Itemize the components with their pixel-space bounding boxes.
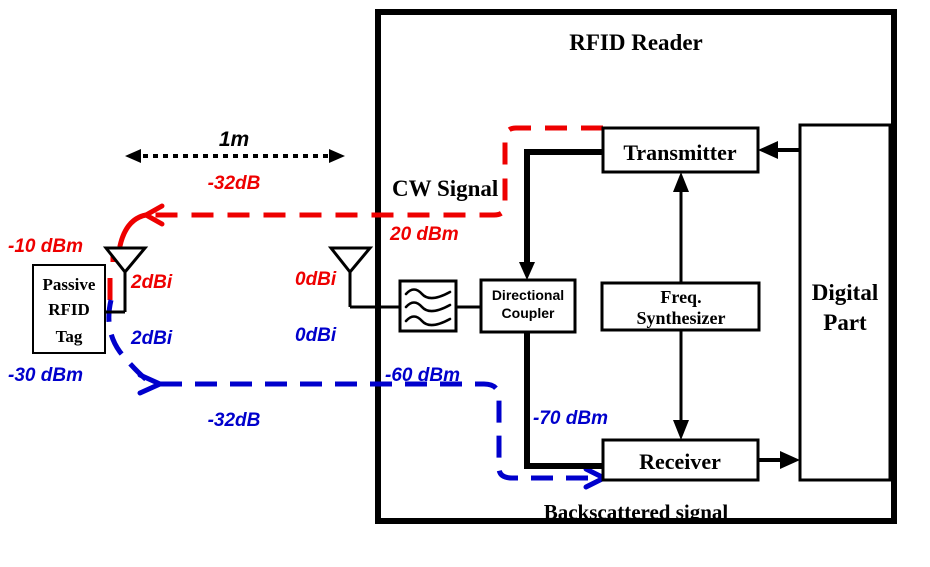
coupler-label-line2: Coupler: [502, 305, 555, 321]
receiver-label: Receiver: [639, 449, 721, 474]
coupler-label-line1: Directional: [492, 287, 564, 303]
tag-label-line3: Tag: [56, 327, 83, 346]
tag-label-line1: Passive: [43, 275, 96, 294]
tag-antenna-gain-forward-label: 2dBi: [130, 272, 173, 293]
reader-antenna-gain-reverse-label: 0dBi: [295, 325, 337, 346]
transmit-power-label: 20 dBm: [389, 224, 459, 245]
transmitter-label: Transmitter: [623, 140, 736, 165]
tag-backscatter-power-label: -30 dBm: [8, 365, 83, 386]
tag-antenna-gain-reverse-label: 2dBi: [130, 328, 173, 349]
tag-label-line2: RFID: [48, 300, 90, 319]
cw-signal-label: CW Signal: [392, 176, 498, 201]
reader-antenna-gain-forward-label: 0dBi: [295, 269, 337, 290]
synth-label-line2: Synthesizer: [637, 308, 726, 328]
rfid-reader-title: RFID Reader: [569, 30, 703, 55]
digital-label-line1: Digital: [812, 280, 878, 305]
antenna-received-power-label: -60 dBm: [385, 365, 460, 386]
digital-label-line2: Part: [823, 310, 867, 335]
reverse-path-loss-label: -32dB: [208, 410, 261, 431]
rfid-system-diagram: RFID Reader Backscattered signal 1m Pass…: [0, 0, 930, 567]
rfid-block-diagram-svg: RFID Reader Backscattered signal 1m Pass…: [0, 0, 930, 567]
receiver-input-power-label: -70 dBm: [533, 408, 608, 429]
forward-path-loss-label: -32dB: [208, 173, 261, 194]
synth-label-line1: Freq.: [660, 287, 701, 307]
backscattered-signal-label: Backscattered signal: [544, 500, 729, 524]
distance-label: 1m: [219, 128, 249, 151]
tag-received-power-label: -10 dBm: [8, 236, 83, 257]
bandpass-filter-block: [398, 279, 458, 333]
